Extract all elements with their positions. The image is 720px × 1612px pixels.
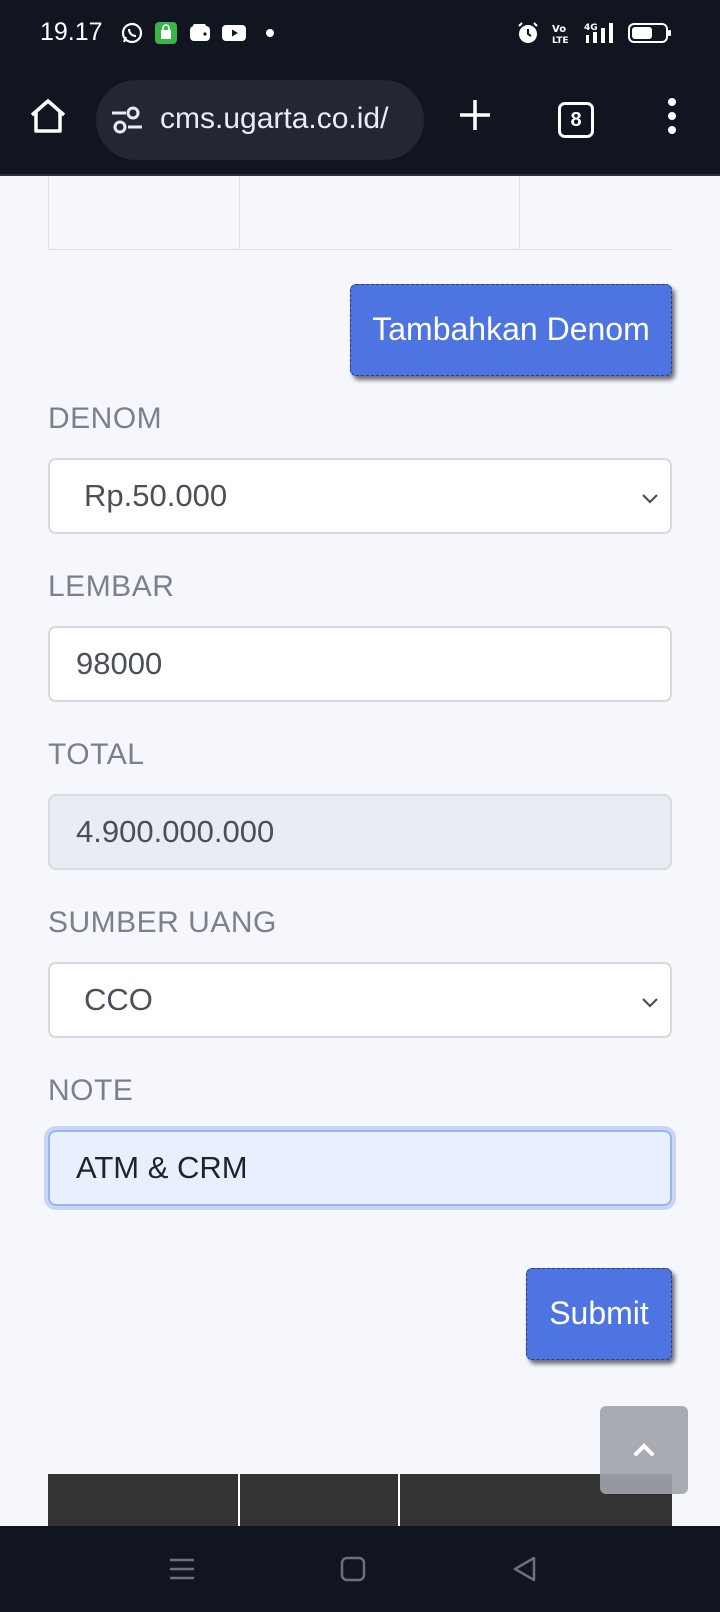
lembar-label: LEMBAR: [48, 570, 175, 603]
chevron-up-icon: [634, 1443, 654, 1456]
denom-selected-value: Rp.50.000: [84, 478, 228, 513]
home-icon[interactable]: [28, 96, 68, 136]
home-nav-icon[interactable]: [338, 1554, 368, 1584]
shopping-bag-icon: [155, 22, 177, 44]
lembar-input[interactable]: 98000: [48, 626, 672, 702]
battery-icon: [628, 23, 671, 43]
more-options-icon[interactable]: [662, 96, 682, 136]
recent-apps-icon[interactable]: [167, 1554, 197, 1584]
volte-icon: VoLTE: [552, 24, 569, 45]
sumber-uang-selected-value: CCO: [84, 982, 153, 1017]
table-header-row: [48, 1474, 672, 1526]
lembar-value: 98000: [76, 646, 163, 681]
total-value: 4.900.000.000: [76, 814, 275, 849]
table-column-divider: [238, 1474, 240, 1526]
total-label: TOTAL: [48, 738, 145, 771]
youtube-icon: [222, 25, 246, 41]
signal-4g-icon: 4G: [584, 23, 613, 43]
page-content: Tambahkan Denom DENOM Rp.50.000 LEMBAR 9…: [0, 176, 720, 1526]
sumber-uang-label: SUMBER UANG: [48, 906, 277, 939]
note-value: ATM & CRM: [76, 1150, 248, 1185]
denom-table-remnant: [48, 176, 672, 250]
table-column-divider: [239, 176, 240, 250]
new-tab-icon[interactable]: [458, 98, 492, 132]
note-input[interactable]: ATM & CRM: [48, 1130, 672, 1206]
total-field: 4.900.000.000: [48, 794, 672, 870]
browser-toolbar: cms.ugarta.co.id/ 8: [0, 64, 720, 176]
sumber-uang-select[interactable]: CCO: [48, 962, 672, 1038]
wallet-icon: [190, 24, 210, 41]
url-text[interactable]: cms.ugarta.co.id/: [160, 102, 388, 136]
svg-text:LTE: LTE: [552, 36, 569, 45]
chevron-down-icon: [642, 494, 658, 504]
table-column-divider: [398, 1474, 400, 1526]
denom-select[interactable]: Rp.50.000: [48, 458, 672, 534]
tab-switcher-button[interactable]: 8: [558, 102, 594, 138]
status-bar: 19.17 Vo LTE 4G: [0, 0, 720, 64]
alarm-icon: [518, 22, 538, 43]
address-bar[interactable]: cms.ugarta.co.id/: [96, 80, 424, 160]
system-navigation-bar: [0, 1526, 720, 1612]
whatsapp-icon: [121, 22, 143, 44]
system-icons: Vo LTE 4G: [516, 19, 672, 47]
svg-text:Vo: Vo: [552, 24, 566, 35]
note-label: NOTE: [48, 1074, 134, 1107]
add-denom-button[interactable]: Tambahkan Denom: [350, 284, 672, 376]
back-nav-icon[interactable]: [510, 1554, 540, 1584]
submit-button[interactable]: Submit: [526, 1268, 672, 1360]
denom-label: DENOM: [48, 402, 163, 435]
svg-text:4G: 4G: [584, 23, 598, 33]
table-column-divider: [519, 176, 520, 250]
scroll-to-top-button[interactable]: [600, 1406, 688, 1494]
more-notifications-dot: [266, 29, 274, 37]
status-time: 19.17: [40, 18, 103, 46]
site-settings-icon[interactable]: [112, 106, 142, 134]
chevron-down-icon: [642, 998, 658, 1008]
notification-icons: [120, 19, 274, 47]
